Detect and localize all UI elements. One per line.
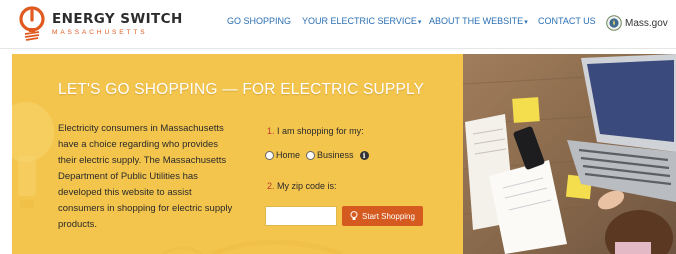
hero-intro-text: Electricity consumers in Massachusetts h…	[58, 123, 233, 230]
radio-label-home: Home	[276, 150, 301, 160]
step-text: I am shopping for my:	[277, 126, 364, 136]
mass-gov-label: Mass.gov	[625, 17, 668, 29]
info-icon[interactable]: i	[359, 150, 369, 160]
zip-code-input[interactable]	[265, 206, 337, 226]
radio-label-business: Business	[317, 150, 354, 160]
shopping-hero: LET'S GO SHOPPING — FOR ELECTRIC SUPPLY …	[12, 54, 463, 254]
hero-title: LET'S GO SHOPPING — FOR ELECTRIC SUPPLY	[58, 81, 425, 98]
lightbulb-icon	[350, 211, 358, 220]
step-text: My zip code is:	[277, 181, 337, 191]
start-shopping-label: Start Shopping	[362, 211, 415, 221]
mass-seal-icon	[606, 15, 622, 31]
nav-label: CONTACT US	[538, 16, 596, 26]
radio-home[interactable]: Home	[265, 150, 300, 160]
desk-laptop-photo	[463, 54, 676, 254]
site-header: ENERGY SWITCH MASSACHUSETTS GO SHOPPING …	[0, 0, 676, 49]
radio-circle[interactable]	[306, 150, 316, 160]
brand-state: MASSACHUSETTS	[52, 29, 148, 36]
step-1-label: 1. I am shopping for my:	[267, 126, 364, 136]
nav-label: ABOUT THE WEBSITE	[429, 16, 524, 26]
step-number: 1.	[267, 126, 275, 136]
caret-down-icon: ▾	[417, 19, 422, 26]
nav-contact-us[interactable]: CONTACT US	[538, 16, 596, 26]
nav-label: GO SHOPPING	[227, 16, 292, 26]
start-shopping-button[interactable]: Start Shopping	[342, 206, 423, 226]
radio-business[interactable]: Business	[306, 150, 354, 160]
nav-about-the-website[interactable]: ABOUT THE WEBSITE▾	[429, 16, 528, 26]
energy-switch-logo[interactable]: ENERGY SWITCH MASSACHUSETTS	[18, 6, 182, 42]
mass-gov-link[interactable]: Mass.gov	[606, 13, 668, 33]
step-2-label: 2. My zip code is:	[267, 181, 337, 191]
nav-go-shopping[interactable]: GO SHOPPING	[227, 16, 291, 26]
brand-name: ENERGY SWITCH	[52, 11, 183, 27]
nav-your-electric-service[interactable]: YOUR ELECTRIC SERVICE▾	[302, 16, 421, 26]
caret-down-icon: ▾	[524, 19, 528, 26]
step-number: 2.	[267, 181, 275, 191]
radio-circle[interactable]	[265, 150, 274, 160]
nav-label: YOUR ELECTRIC SERVICE	[302, 16, 417, 26]
customer-type-radios: Home Business i	[265, 148, 369, 162]
power-plug-icon	[19, 6, 45, 41]
photo-illustration	[463, 54, 676, 254]
